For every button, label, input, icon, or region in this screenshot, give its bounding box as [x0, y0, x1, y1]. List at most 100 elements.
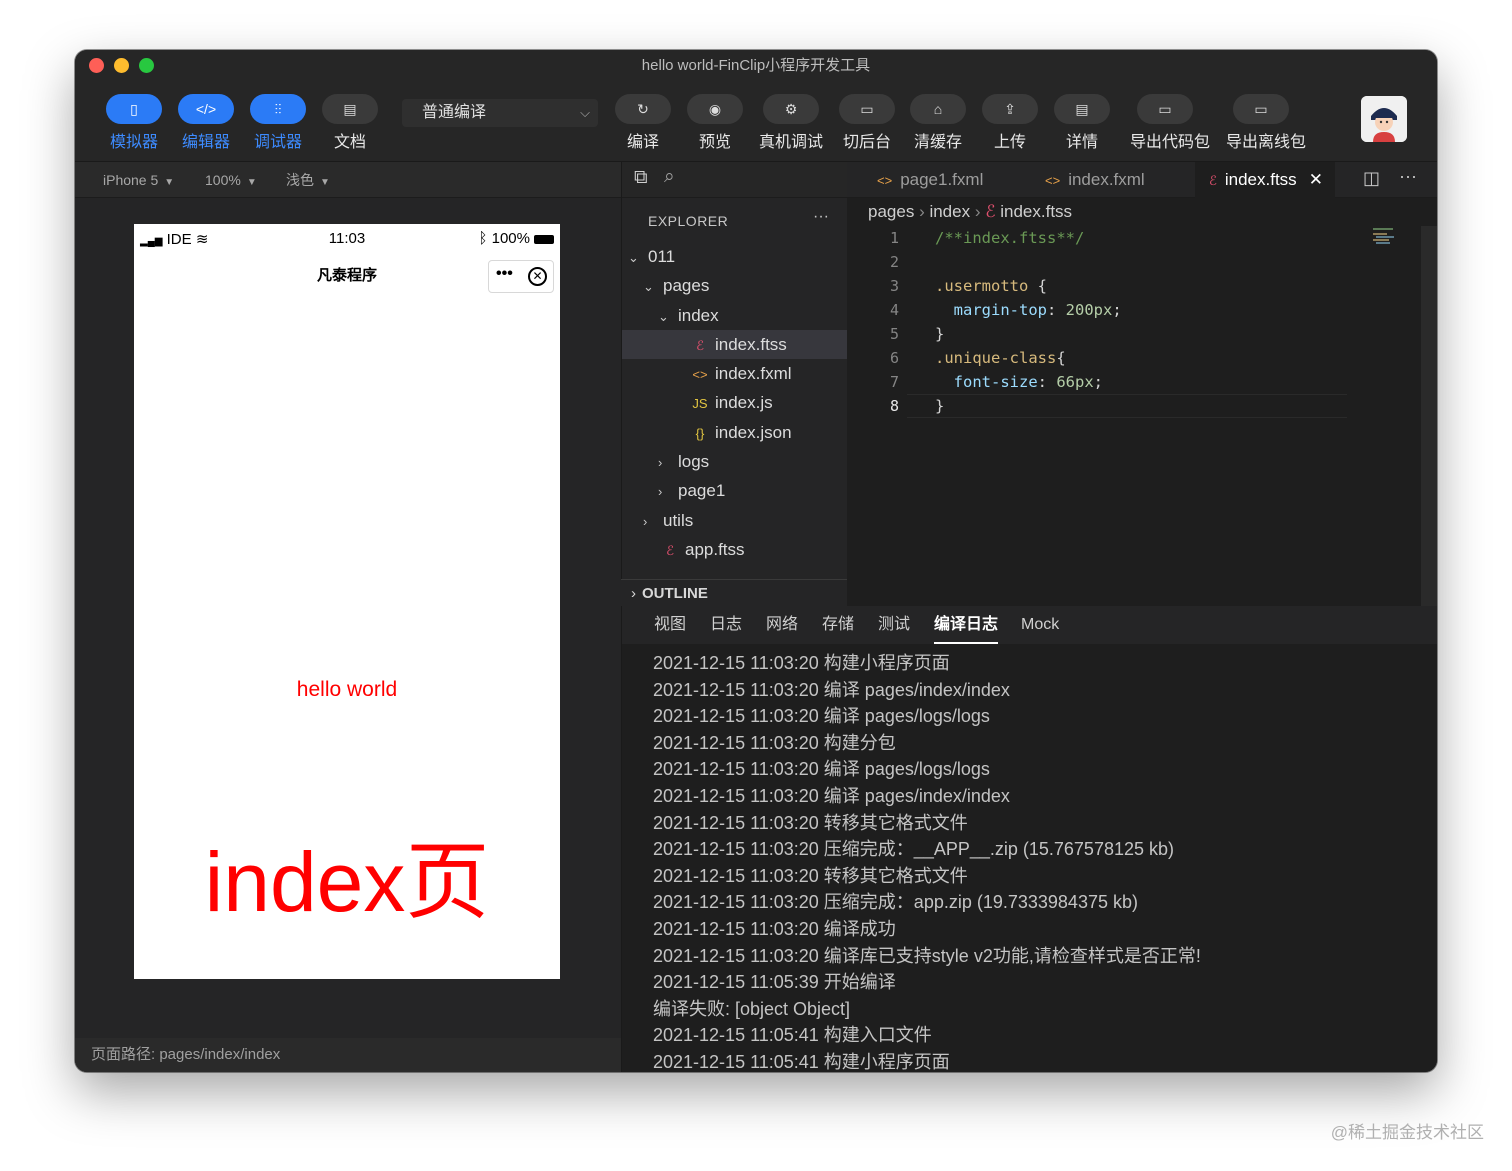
- clear-cache-label: 清缓存: [913, 134, 962, 151]
- code-line: .usermotto {: [935, 277, 1047, 295]
- upload-label: 上传: [993, 134, 1026, 151]
- chevron-down-icon: ⌄: [643, 279, 654, 295]
- tree-item[interactable]: {} index.json: [622, 418, 847, 447]
- export-offline-button[interactable]: ▭ 导出离线包: [1226, 94, 1307, 152]
- line-number: 7: [889, 373, 899, 391]
- tab-network[interactable]: 网络: [766, 606, 798, 644]
- close-icon[interactable]: ✕: [528, 267, 547, 286]
- log-line: 2021-12-15 11:03:20 压缩完成：__APP__.zip (15…: [653, 839, 1174, 860]
- compile-mode-select[interactable]: 普通编译 ⌵: [402, 99, 598, 127]
- caret-down-icon: ▼: [164, 177, 175, 188]
- tab-index-ftss[interactable]: ℰindex.ftss ✕: [1195, 162, 1335, 198]
- zoom-select[interactable]: 100% ▼: [205, 162, 257, 198]
- folder-icon: ▭: [1137, 94, 1193, 124]
- phone-screen[interactable]: ▂▄▆ IDE ≋ 11:03 ᛒ 100% 凡泰程序 ••• ✕ hello …: [134, 224, 560, 979]
- battery-percent: 100%: [491, 230, 530, 247]
- tree-item[interactable]: ℰapp.ftss: [622, 535, 847, 564]
- breadcrumb-item[interactable]: index.ftss: [1000, 202, 1072, 221]
- line-number: 8: [889, 397, 899, 415]
- outline-section[interactable]: › OUTLINE: [621, 579, 847, 606]
- line-number: 3: [889, 277, 899, 295]
- tab-index-fxml[interactable]: <> index.fxml: [1045, 162, 1195, 198]
- search-icon[interactable]: ⌕: [664, 166, 675, 188]
- phone-status-bar: ▂▄▆ IDE ≋ 11:03 ᛒ 100%: [134, 224, 560, 252]
- line-number-gutter: 1 2 3 4 5 6 7 8: [847, 226, 903, 418]
- device-select[interactable]: iPhone 5 ▼: [103, 162, 174, 198]
- close-tab-icon[interactable]: ✕: [1309, 170, 1323, 189]
- refresh-icon: ↻: [615, 94, 671, 124]
- simulator-toggle-button[interactable]: ▯ 模拟器: [99, 94, 169, 152]
- folder-icon: ▭: [1233, 94, 1289, 124]
- tree-item[interactable]: › logs: [622, 447, 847, 476]
- docs-button[interactable]: ▤ 文档: [315, 94, 385, 152]
- more-icon[interactable]: ···: [1399, 166, 1417, 187]
- code-line: }: [935, 397, 945, 415]
- more-icon[interactable]: •••: [496, 265, 513, 283]
- compile-button[interactable]: ↻ 编译: [608, 94, 678, 152]
- tree-item[interactable]: ⌄ index: [622, 301, 847, 330]
- log-line: 2021-12-15 11:03:20 编译库已支持style v2功能,请检查…: [653, 945, 1201, 966]
- tab-test[interactable]: 测试: [878, 606, 910, 644]
- tree-item[interactable]: JS index.js: [622, 388, 847, 417]
- tree-item[interactable]: <> index.fxml: [622, 359, 847, 388]
- debugger-toggle-button[interactable]: ⫶⫶ 调试器: [243, 94, 313, 152]
- log-line: 2021-12-15 11:03:20 编译 pages/index/index: [653, 679, 1010, 700]
- tree-item[interactable]: ℰindex.ftss: [622, 329, 847, 360]
- phone-icon: ▯: [106, 94, 162, 124]
- line-number: 4: [889, 301, 899, 319]
- code-line: }: [935, 325, 945, 343]
- editor-tabs: <> page1.fxml <> index.fxml ℰindex.ftss ✕ ◫…: [847, 162, 1437, 198]
- device-debug-button[interactable]: ⚙ 真机调试: [756, 94, 826, 152]
- breadcrumb-item[interactable]: index: [929, 202, 970, 221]
- clear-cache-button[interactable]: ⌂ 清缓存: [903, 94, 973, 152]
- debug-panel: 视图 日志 网络 存储 测试 编译日志 Mock 2021-12-15 11:0…: [621, 606, 1437, 1072]
- code-editor: <> page1.fxml <> index.fxml ℰindex.ftss ✕ ◫…: [847, 162, 1437, 606]
- tab-compile-log[interactable]: 编译日志: [934, 606, 999, 644]
- avatar-icon: [1361, 96, 1407, 142]
- tree-item[interactable]: ⌄ pages: [622, 271, 847, 300]
- tree-item-label: index.json: [715, 422, 792, 442]
- tab-view[interactable]: 视图: [654, 606, 686, 644]
- upload-button[interactable]: ⇪ 上传: [975, 94, 1045, 152]
- split-editor-icon[interactable]: ◫: [1363, 168, 1380, 189]
- export-code-button[interactable]: ▭ 导出代码包: [1130, 94, 1210, 152]
- more-actions-icon[interactable]: ···: [813, 208, 829, 226]
- tree-item-label: utils: [663, 510, 694, 530]
- files-icon[interactable]: ⧉: [634, 167, 648, 189]
- background-button[interactable]: ▭ 切后台: [832, 94, 902, 152]
- tree-item[interactable]: ⌄ 011: [622, 242, 847, 271]
- title-bar: hello world-FinClip小程序开发工具: [75, 50, 1437, 82]
- tab-log[interactable]: 日志: [710, 606, 742, 644]
- toolbar: ▯ 模拟器 </> 编辑器 ⫶⫶ 调试器 ▤ 文档 普通编译 ⌵ ↻ 编译 ◉ …: [75, 82, 1437, 162]
- tab-page1-fxml[interactable]: <> page1.fxml: [877, 162, 1037, 198]
- chevron-right-icon: ›: [631, 585, 636, 602]
- tree-item-label: app.ftss: [685, 539, 745, 559]
- user-avatar[interactable]: [1361, 96, 1407, 142]
- log-line: 2021-12-15 11:05:41 构建小程序页面: [653, 1051, 950, 1072]
- tree-item[interactable]: › page1: [622, 476, 847, 505]
- editor-toggle-button[interactable]: </> 编辑器: [171, 94, 241, 152]
- log-line: 编译失败: [object Object]: [653, 998, 851, 1019]
- tree-item[interactable]: › utils: [622, 506, 847, 535]
- preview-button[interactable]: ◉ 预览: [680, 94, 750, 152]
- export-offline-label: 导出离线包: [1226, 134, 1307, 151]
- tree-item-label: index.fxml: [715, 364, 792, 384]
- tab-mock[interactable]: Mock: [1021, 606, 1059, 644]
- capsule-menu[interactable]: ••• ✕: [488, 260, 554, 293]
- breadcrumb-item[interactable]: pages: [868, 202, 914, 221]
- app-window: hello world-FinClip小程序开发工具 ▯ 模拟器 </> 编辑器…: [75, 50, 1437, 1072]
- chevron-down-icon: ⌵: [580, 105, 590, 120]
- background-label: 切后台: [842, 134, 891, 151]
- chevron-right-icon: ›: [658, 455, 663, 471]
- code-area[interactable]: /**index.ftss**/ .usermotto { margin-top…: [935, 226, 1365, 418]
- tab-storage[interactable]: 存储: [822, 606, 854, 644]
- broom-icon: ⌂: [910, 94, 966, 124]
- file-tree: ⌄ 011 ⌄ pages ⌄ index ℰindex.ftss <> index.fxml J…: [622, 242, 847, 564]
- editor-scrollbar[interactable]: [1421, 226, 1437, 606]
- log-line: 2021-12-15 11:03:20 编译 pages/index/index: [653, 785, 1010, 806]
- minimap[interactable]: [1373, 226, 1413, 246]
- details-button[interactable]: ▤ 详情: [1047, 94, 1117, 152]
- markup-icon: <>: [877, 173, 893, 188]
- theme-select[interactable]: 浅色 ▼: [286, 162, 330, 198]
- hello-text: hello world: [296, 678, 398, 701]
